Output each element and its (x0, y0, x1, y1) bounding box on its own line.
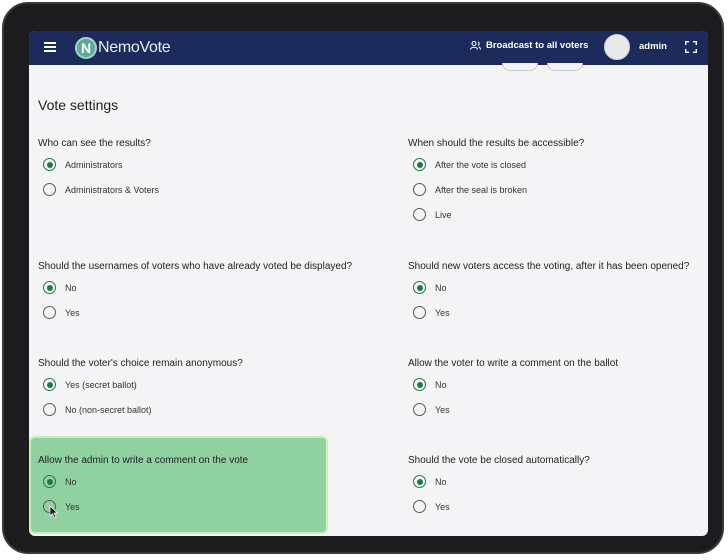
radio-checked-icon[interactable] (43, 475, 56, 488)
radio-option-label: No (65, 282, 77, 293)
broadcast-button[interactable]: Broadcast to all voters (470, 40, 588, 51)
logo-mark-icon: N (75, 37, 97, 59)
radio-option-label: No (non-secret ballot) (65, 404, 152, 415)
app-logo[interactable]: N NemoVote (75, 36, 171, 60)
hidden-toolbar-button[interactable] (502, 63, 538, 71)
radio-option-label: Yes (435, 501, 450, 512)
setting-question: Should new voters access the voting, aft… (408, 261, 690, 272)
radio-option[interactable]: After the seal is broken (413, 183, 527, 196)
radio-checked-icon[interactable] (413, 378, 426, 391)
radio-option-label: Yes (secret ballot) (65, 379, 137, 390)
logo-text: NemoVote (98, 39, 171, 56)
setting-question: Allow the admin to write a comment on th… (38, 455, 249, 466)
radio-option-label: After the vote is closed (435, 159, 527, 170)
setting-question: Should the voter's choice remain anonymo… (38, 358, 243, 369)
radio-option[interactable]: Yes (43, 306, 80, 319)
setting-question: Allow the voter to write a comment on th… (408, 358, 619, 369)
radio-option[interactable]: Live (413, 208, 452, 221)
mouse-pointer-icon (49, 505, 59, 519)
radio-option-label: No (435, 379, 447, 390)
app-screen: N NemoVote Broadcast to all voters admin… (29, 31, 708, 536)
radio-unchecked-icon[interactable] (43, 403, 56, 416)
radio-option[interactable]: No (413, 475, 447, 488)
radio-option-label: Administrators (65, 159, 123, 170)
avatar[interactable] (604, 34, 630, 60)
radio-unchecked-icon[interactable] (413, 500, 426, 513)
page-title: Vote settings (38, 97, 119, 113)
hidden-toolbar-button[interactable] (547, 63, 583, 71)
radio-checked-icon[interactable] (43, 281, 56, 294)
radio-option[interactable]: No (413, 378, 447, 391)
fullscreen-icon[interactable] (685, 41, 697, 53)
top-navbar: N NemoVote Broadcast to all voters admin (29, 31, 708, 65)
radio-unchecked-icon[interactable] (413, 208, 426, 221)
radio-option-label: Yes (435, 404, 450, 415)
hamburger-menu-icon[interactable] (44, 42, 56, 52)
broadcast-people-icon (470, 41, 481, 50)
radio-unchecked-icon[interactable] (413, 306, 426, 319)
radio-option[interactable]: Yes (secret ballot) (43, 378, 137, 391)
radio-option[interactable]: Administrators (43, 158, 123, 171)
radio-option[interactable]: After the vote is closed (413, 158, 526, 171)
radio-unchecked-icon[interactable] (43, 183, 56, 196)
radio-option-label: No (65, 476, 77, 487)
setting-question: Should the vote be closed automatically? (408, 455, 590, 466)
radio-option[interactable]: No (413, 281, 447, 294)
broadcast-label: Broadcast to all voters (486, 40, 589, 51)
radio-option-label: Yes (65, 307, 80, 318)
radio-checked-icon[interactable] (413, 475, 426, 488)
radio-option-label: No (435, 282, 447, 293)
radio-option-label: After the seal is broken (435, 184, 528, 195)
radio-option-label: No (435, 476, 447, 487)
tablet-frame: N NemoVote Broadcast to all voters admin… (2, 2, 724, 554)
radio-option[interactable]: Yes (413, 500, 450, 513)
radio-unchecked-icon[interactable] (413, 403, 426, 416)
radio-option[interactable]: No (43, 281, 77, 294)
radio-option[interactable]: No (non-secret ballot) (43, 403, 152, 416)
radio-checked-icon[interactable] (413, 281, 426, 294)
setting-question: Should the usernames of voters who have … (38, 261, 353, 272)
radio-option[interactable]: Administrators & Voters (43, 183, 159, 196)
radio-option-label: Administrators & Voters (65, 184, 160, 195)
radio-option-label: Live (435, 209, 452, 220)
admin-username[interactable]: admin (639, 41, 667, 52)
radio-option-label: Yes (435, 307, 450, 318)
radio-checked-icon[interactable] (43, 158, 56, 171)
radio-checked-icon[interactable] (43, 378, 56, 391)
radio-option[interactable]: No (43, 475, 77, 488)
radio-unchecked-icon[interactable] (413, 183, 426, 196)
radio-checked-icon[interactable] (413, 158, 426, 171)
radio-option-label: Yes (65, 501, 80, 512)
setting-question: When should the results be accessible? (408, 138, 585, 149)
radio-option[interactable]: Yes (413, 306, 450, 319)
radio-unchecked-icon[interactable] (43, 306, 56, 319)
radio-option[interactable]: Yes (413, 403, 450, 416)
setting-question: Who can see the results? (38, 138, 151, 149)
